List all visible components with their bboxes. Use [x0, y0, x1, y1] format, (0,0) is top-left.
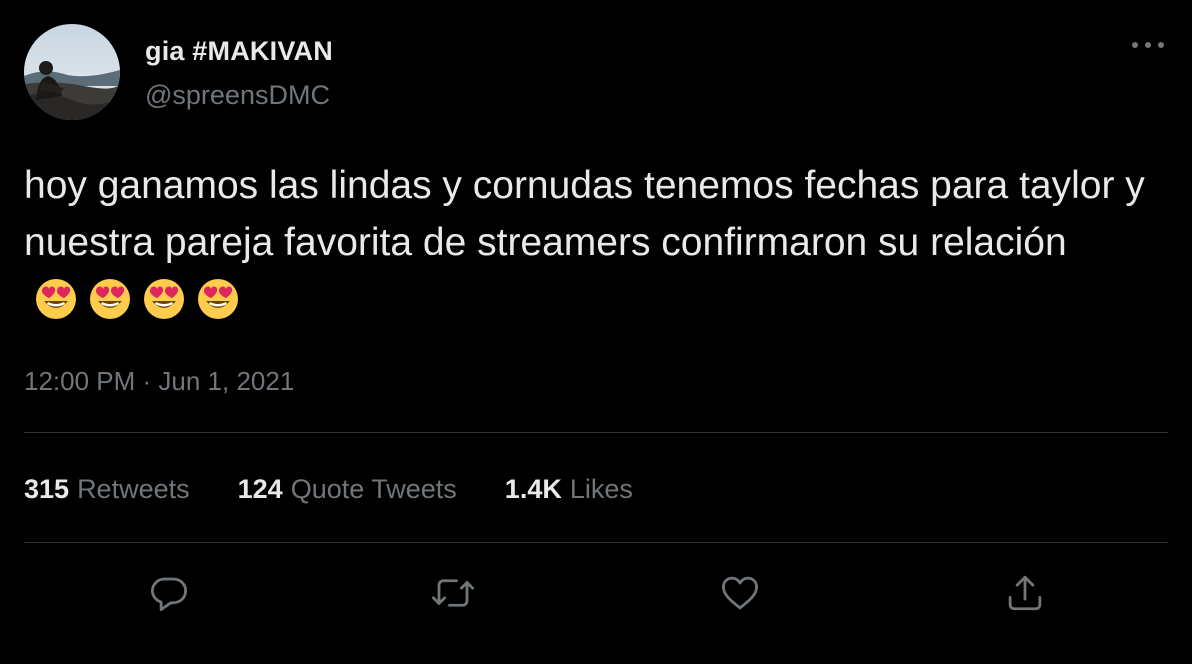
avatar[interactable] — [24, 24, 120, 120]
retweet-icon — [432, 579, 474, 607]
heart-eyes-emoji-icon — [198, 278, 238, 319]
tweet-text: hoy ganamos las lindas y cornudas tenemo… — [24, 157, 1154, 330]
likes-count: 1.4K — [504, 474, 562, 504]
retweets-count: 315 — [24, 474, 70, 504]
tweet-body: hoy ganamos las lindas y cornudas tenemo… — [24, 164, 1145, 264]
divider — [24, 542, 1168, 543]
tweet-detail: gia #MAKIVAN @spreensDMC hoy ganamos las… — [0, 0, 1192, 664]
quote-tweets-label: Quote Tweets — [290, 474, 457, 504]
display-name[interactable]: gia #MAKIVAN — [145, 36, 333, 67]
heart-eyes-emoji-icon — [144, 278, 184, 319]
tweet-stats: 315 Retweets 124 Quote Tweets 1.4K Likes — [24, 474, 681, 505]
heart-eyes-emoji-icon — [90, 278, 130, 319]
retweet-button[interactable] — [430, 570, 476, 616]
emoji-group — [34, 268, 250, 325]
share-icon — [1008, 575, 1042, 611]
more-icon — [1132, 42, 1164, 48]
retweets-label: Retweets — [77, 474, 190, 504]
likes-label: Likes — [569, 474, 633, 504]
heart-eyes-emoji-icon — [36, 278, 76, 319]
more-options-button[interactable] — [1128, 30, 1168, 60]
tweet-timestamp[interactable]: 12:00 PM · Jun 1, 2021 — [24, 366, 294, 397]
quote-tweets-count: 124 — [237, 474, 283, 504]
divider — [24, 432, 1168, 433]
share-button[interactable] — [1002, 570, 1048, 616]
user-handle[interactable]: @spreensDMC — [145, 80, 330, 111]
like-button[interactable] — [717, 570, 763, 616]
reply-button[interactable] — [146, 570, 192, 616]
quote-tweets-stat[interactable]: 124 Quote Tweets — [238, 474, 457, 505]
likes-stat[interactable]: 1.4K Likes — [505, 474, 633, 505]
retweets-stat[interactable]: 315 Retweets — [24, 474, 190, 505]
like-icon — [721, 576, 759, 610]
reply-icon — [150, 577, 188, 612]
